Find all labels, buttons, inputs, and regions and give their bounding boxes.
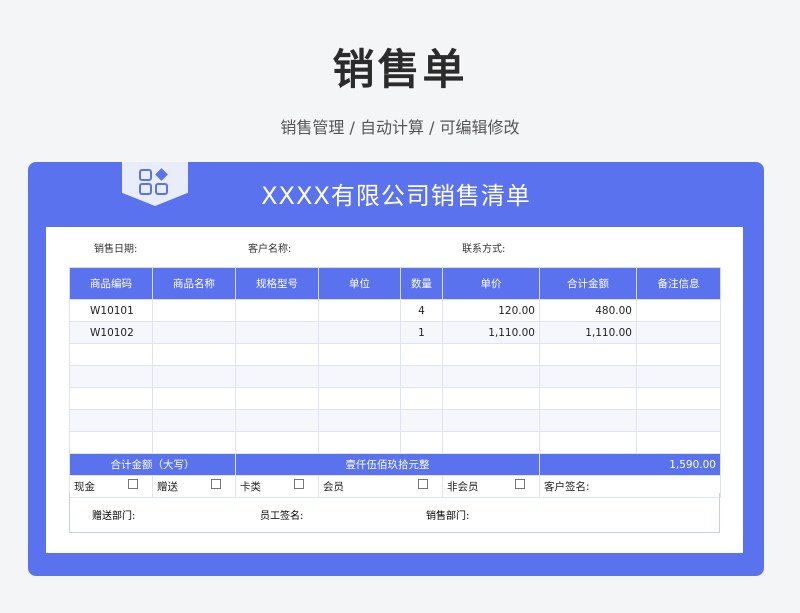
table-cell[interactable]: [69, 409, 153, 432]
table-cell[interactable]: [636, 431, 721, 454]
table-cell[interactable]: [636, 299, 721, 322]
table-cell[interactable]: [318, 343, 401, 366]
column-header: 单价: [442, 267, 540, 300]
table-cell[interactable]: [318, 431, 401, 454]
table-row: [69, 365, 721, 388]
total-label: 合计金额（大写）: [69, 453, 236, 476]
table-cell[interactable]: [539, 431, 637, 454]
sales-table: 商品编码 商品名称 规格型号 单位 数量 单价 合计金额 备注信息 W10101 4 120.00…: [69, 267, 721, 498]
member-checkbox[interactable]: [418, 479, 428, 489]
table-cell[interactable]: [69, 387, 153, 410]
page-title: 销售单: [332, 45, 468, 94]
staff-sign-field[interactable]: 员工签名:: [260, 507, 303, 522]
column-header: 规格型号: [235, 267, 319, 300]
sales-dept-field[interactable]: 销售部门:: [426, 507, 469, 522]
table-cell[interactable]: [235, 431, 319, 454]
nonmember-checkbox[interactable]: [515, 479, 525, 489]
page-subtitle: 销售管理 / 自动计算 / 可编辑修改: [280, 118, 520, 137]
table-cell[interactable]: [69, 365, 153, 388]
table-cell[interactable]: [318, 365, 401, 388]
gift-checkbox[interactable]: [211, 479, 221, 489]
table-cell[interactable]: [152, 409, 236, 432]
table-cell[interactable]: 120.00: [442, 299, 540, 322]
table-cell[interactable]: [235, 365, 319, 388]
table-cell[interactable]: W10101: [69, 299, 153, 322]
table-cell[interactable]: [235, 387, 319, 410]
table-cell[interactable]: 480.00: [539, 299, 637, 322]
table-cell[interactable]: [442, 365, 540, 388]
sales-sheet: 销售日期: 客户名称: 联系方式: 商品编码 商品名称 规格型号 单位 数量 单价 合计金额…: [46, 227, 743, 553]
card-checkbox[interactable]: [294, 479, 304, 489]
table-cell[interactable]: [318, 321, 401, 344]
table-cell[interactable]: 1,110.00: [539, 321, 637, 344]
table-cell[interactable]: [400, 343, 443, 366]
total-in-words: 壹仟伍佰玖拾元整: [235, 453, 540, 476]
table-cell[interactable]: [636, 365, 721, 388]
cash-label: 现金: [74, 481, 95, 493]
gift-label: 赠送: [157, 481, 178, 493]
table-cell[interactable]: [235, 321, 319, 344]
table-row: W10102 1 1,110.00 1,110.00: [69, 321, 721, 344]
card-label: 卡类: [240, 481, 261, 493]
table-cell[interactable]: [442, 343, 540, 366]
table-cell[interactable]: [152, 365, 236, 388]
table-cell[interactable]: [636, 387, 721, 410]
table-cell[interactable]: [152, 343, 236, 366]
table-row: [69, 409, 721, 432]
signature-area: 赠送部门: 员工签名: 销售部门:: [69, 493, 720, 533]
member-label: 会员: [323, 481, 344, 493]
card-title: XXXX有限公司销售清单: [261, 182, 531, 210]
table-row: [69, 387, 721, 410]
table-cell[interactable]: 1: [400, 321, 443, 344]
table-cell[interactable]: [69, 431, 153, 454]
table-cell[interactable]: [442, 387, 540, 410]
table-cell[interactable]: [442, 431, 540, 454]
table-cell[interactable]: [235, 409, 319, 432]
table-cell[interactable]: [636, 409, 721, 432]
table-header-row: 商品编码 商品名称 规格型号 单位 数量 单价 合计金额 备注信息: [69, 267, 721, 300]
table-cell[interactable]: [636, 343, 721, 366]
table-cell[interactable]: [400, 409, 443, 432]
table-cell[interactable]: [636, 321, 721, 344]
table-row: W10101 4 120.00 480.00: [69, 299, 721, 322]
column-header: 备注信息: [636, 267, 721, 300]
customer-name-label: 客户名称:: [248, 244, 292, 255]
table-cell[interactable]: [400, 387, 443, 410]
contact-label: 联系方式:: [462, 244, 506, 255]
table-cell[interactable]: [539, 343, 637, 366]
table-cell[interactable]: [539, 387, 637, 410]
nonmember-label: 非会员: [447, 481, 479, 493]
table-cell[interactable]: [152, 321, 236, 344]
table-cell[interactable]: [539, 409, 637, 432]
table-cell[interactable]: [152, 431, 236, 454]
table-cell[interactable]: [235, 299, 319, 322]
total-row: 合计金额（大写） 壹仟伍佰玖拾元整 1,590.00: [69, 453, 721, 476]
sales-card: XXXX有限公司销售清单 销售日期: 客户名称: 联系方式: 商品编码 商品名称规…: [28, 162, 764, 576]
table-row: [69, 343, 721, 366]
table-cell[interactable]: [152, 387, 236, 410]
table-cell[interactable]: [400, 365, 443, 388]
table-cell[interactable]: W10102: [69, 321, 153, 344]
table-cell[interactable]: [318, 387, 401, 410]
table-cell[interactable]: [318, 299, 401, 322]
column-header: 单位: [318, 267, 401, 300]
table-cell[interactable]: [235, 343, 319, 366]
table-cell[interactable]: [69, 343, 153, 366]
table-row: [69, 431, 721, 454]
table-cell[interactable]: [442, 409, 540, 432]
table-cell[interactable]: 4: [400, 299, 443, 322]
column-header: 商品编码: [69, 267, 153, 300]
gift-dept-field[interactable]: 赠送部门:: [92, 507, 135, 522]
total-amount: 1,590.00: [539, 453, 721, 476]
table-cell[interactable]: [400, 431, 443, 454]
cash-checkbox[interactable]: [128, 479, 138, 489]
table-cell[interactable]: [318, 409, 401, 432]
column-header: 数量: [400, 267, 443, 300]
table-cell[interactable]: 1,110.00: [442, 321, 540, 344]
sale-date-label: 销售日期:: [94, 244, 138, 255]
table-cell[interactable]: [539, 365, 637, 388]
column-header: 商品名称: [152, 267, 236, 300]
table-cell[interactable]: [152, 299, 236, 322]
column-header: 合计金额: [539, 267, 637, 300]
